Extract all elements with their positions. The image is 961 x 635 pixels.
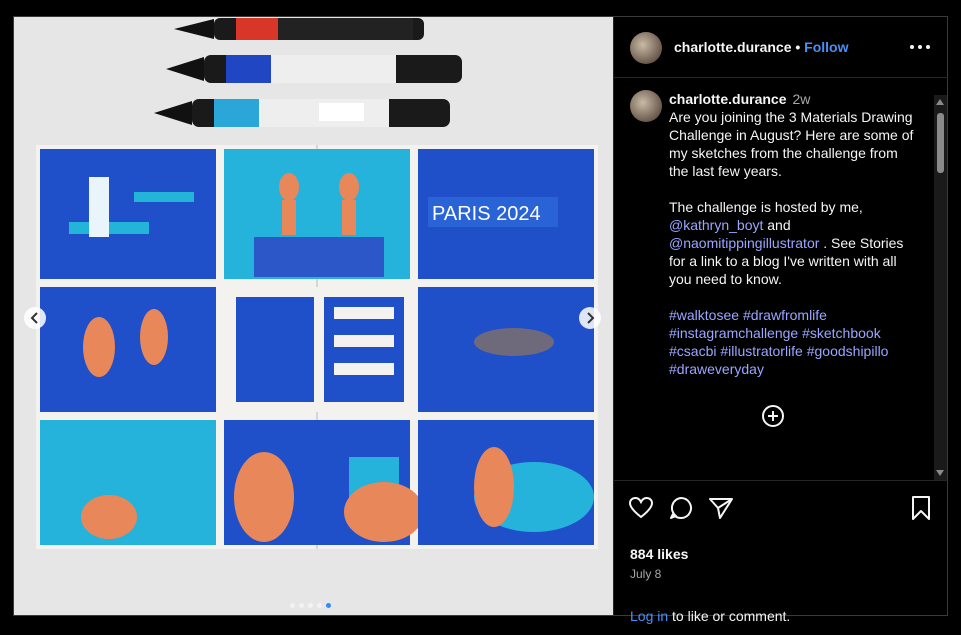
caption-username[interactable]: charlotte.durance: [669, 91, 786, 107]
caption-text: charlotte.durance 2w Are you joining the …: [669, 90, 921, 378]
carousel-dot: [299, 603, 304, 608]
post-date: July 8: [630, 567, 662, 581]
caption-scrollbar[interactable]: [934, 95, 947, 480]
marker-royal-blue: [166, 55, 462, 83]
like-count[interactable]: 884 likes: [630, 546, 688, 562]
more-options-button[interactable]: [910, 37, 932, 57]
caption-avatar[interactable]: [630, 90, 662, 122]
chevron-right-icon: [587, 312, 595, 324]
hashtag[interactable]: #csacbi: [669, 343, 716, 359]
hashtag[interactable]: #walktosee: [669, 307, 739, 323]
hashtag[interactable]: #draweveryday: [669, 361, 764, 377]
post-modal: PARIS 2024 charlotte.durance • Follow ch…: [13, 16, 948, 624]
share-icon[interactable]: [708, 495, 734, 521]
caption-paragraph-1: Are you joining the 3 Materials Drawing …: [669, 109, 914, 179]
mention-kathryn[interactable]: @kathryn_boyt: [669, 217, 763, 233]
hashtag[interactable]: #illustratorlife: [720, 343, 802, 359]
action-bar: 884 likes July 8 Log in to like or comme…: [614, 480, 948, 624]
carousel-next-button[interactable]: [579, 307, 601, 329]
carousel-prev-button[interactable]: [24, 307, 46, 329]
scroll-thumb[interactable]: [937, 113, 944, 173]
separator-dot: •: [795, 39, 801, 55]
login-link[interactable]: Log in: [630, 608, 668, 624]
more-icon: [910, 45, 914, 49]
post-time: 2w: [792, 91, 811, 107]
marker-light-blue: [154, 99, 450, 127]
carousel-dot: [290, 603, 295, 608]
chevron-left-icon: [30, 312, 38, 324]
hashtag[interactable]: #goodshipillo: [807, 343, 889, 359]
username-link[interactable]: charlotte.durance: [674, 39, 791, 55]
carousel-dot-active: [326, 603, 331, 608]
mention-naomi[interactable]: @naomitippingillustrator: [669, 235, 819, 251]
sketchbook-illustration: PARIS 2024: [14, 17, 613, 615]
heart-icon[interactable]: [628, 495, 654, 521]
avatar[interactable]: [630, 32, 662, 64]
post-image[interactable]: PARIS 2024: [14, 17, 613, 615]
hashtag[interactable]: #drawfromlife: [743, 307, 827, 323]
carousel-indicator: [288, 595, 333, 613]
post-side-panel: charlotte.durance • Follow charlotte.dur…: [613, 17, 948, 624]
follow-button[interactable]: Follow: [804, 39, 848, 55]
post-header: charlotte.durance • Follow: [614, 17, 948, 78]
caption-paragraph-2a: The challenge is hosted by me,: [669, 199, 863, 215]
caption-area: charlotte.durance 2w Are you joining the …: [614, 78, 934, 480]
paris-2024-sign: PARIS 2024: [432, 203, 541, 225]
hashtag[interactable]: #instagramchallenge: [669, 325, 798, 341]
carousel-dot: [308, 603, 313, 608]
login-prompt-text: to like or comment.: [668, 608, 791, 624]
hashtag[interactable]: #sketchbook: [802, 325, 881, 341]
marker-orange: [174, 18, 424, 40]
scroll-down-arrow[interactable]: [936, 470, 944, 476]
scroll-up-arrow[interactable]: [936, 99, 944, 105]
carousel-dot: [317, 603, 322, 608]
add-comment-icon[interactable]: [762, 405, 784, 427]
login-prompt: Log in to like or comment.: [630, 608, 790, 624]
comment-icon[interactable]: [668, 495, 694, 521]
bookmark-icon[interactable]: [908, 495, 934, 521]
caption-and: and: [763, 217, 791, 233]
